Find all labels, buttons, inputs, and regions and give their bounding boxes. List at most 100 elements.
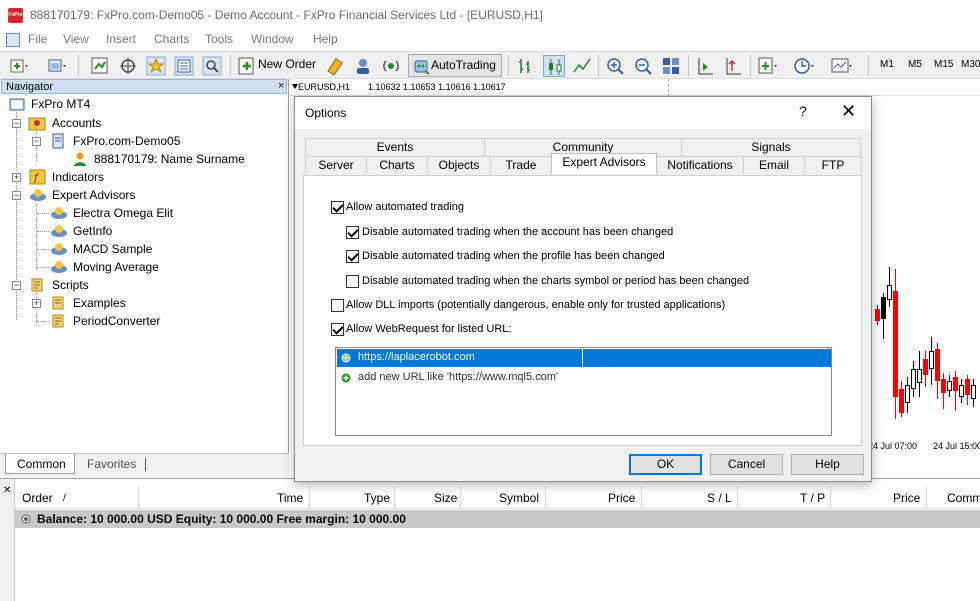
metaeditor-icon[interactable] xyxy=(324,55,346,77)
tab-expert-advisors[interactable]: Expert Advisors xyxy=(551,153,657,174)
menu-file[interactable]: File xyxy=(28,32,47,46)
tab-server[interactable]: Server xyxy=(305,156,367,174)
add-url-hint[interactable]: add new URL like 'https://www.mql5.com' xyxy=(358,371,558,383)
server-collapse-toggle[interactable]: − xyxy=(32,137,41,146)
tab-signals[interactable]: Signals xyxy=(681,138,861,156)
timeframe-m15[interactable]: M15 xyxy=(934,59,953,70)
market-watch-icon[interactable] xyxy=(89,55,111,77)
disable-on-profile-change-checkbox[interactable] xyxy=(346,250,359,263)
nav-expert-item[interactable]: GetInfo xyxy=(73,224,112,238)
zoom-in-icon[interactable] xyxy=(604,55,626,77)
dialog-close-icon[interactable]: ✕ xyxy=(841,101,856,122)
nav-script-item[interactable]: Examples xyxy=(73,296,126,310)
navigator-close-icon[interactable]: × xyxy=(278,80,284,92)
column-size[interactable]: Size xyxy=(434,491,457,505)
url-list-row[interactable]: https://laplacerobot.com xyxy=(337,349,831,367)
tab-events[interactable]: Events xyxy=(305,138,485,156)
menu-insert[interactable]: Insert xyxy=(106,32,136,46)
nav-server[interactable]: FxPro.com-Demo05 xyxy=(73,134,180,148)
nav-expert-item[interactable]: Electra Omega Elit xyxy=(73,206,173,220)
column-tp[interactable]: T / P xyxy=(800,491,825,505)
disable-on-symbol-change-checkbox[interactable] xyxy=(346,275,359,288)
terminal-gutter: ✕ xyxy=(0,479,15,601)
cancel-button[interactable]: Cancel xyxy=(710,454,783,475)
nav-scripts[interactable]: Scripts xyxy=(52,278,89,292)
window-title: 888170179: FxPro.com-Demo05 - Demo Accou… xyxy=(30,8,543,22)
menu-window[interactable]: Window xyxy=(251,32,294,46)
column-commission[interactable]: Comm xyxy=(947,491,980,505)
allow-dll-imports-checkbox[interactable] xyxy=(331,299,344,312)
nav-accounts[interactable]: Accounts xyxy=(52,116,101,130)
nav-expert-item[interactable]: Moving Average xyxy=(73,260,159,274)
column-sl[interactable]: S / L xyxy=(707,491,732,505)
nav-root[interactable]: FxPro MT4 xyxy=(31,97,90,111)
column-time[interactable]: Time xyxy=(277,491,303,505)
tab-objects[interactable]: Objects xyxy=(427,156,491,174)
indicators-list-icon[interactable] xyxy=(756,55,778,77)
timeframe-m1[interactable]: M1 xyxy=(880,59,894,70)
templates-icon[interactable] xyxy=(830,55,852,77)
ok-button[interactable]: OK xyxy=(629,454,702,475)
nav-expert-advisors[interactable]: Expert Advisors xyxy=(52,188,135,202)
disable-on-account-change-checkbox[interactable] xyxy=(346,226,359,239)
line-chart-icon[interactable] xyxy=(571,55,593,77)
tab-charts[interactable]: Charts xyxy=(366,156,428,174)
help-button[interactable]: Help xyxy=(791,454,864,475)
new-order-label[interactable]: New Order xyxy=(258,57,316,71)
column-current-price[interactable]: Price xyxy=(893,491,920,505)
webrequest-url-list[interactable]: https://laplacerobot.com add new URL lik… xyxy=(335,347,832,436)
signals-icon[interactable] xyxy=(380,55,402,77)
profiles-icon[interactable] xyxy=(46,55,68,77)
app-menu-icon[interactable] xyxy=(6,33,20,47)
tab-notifications[interactable]: Notifications xyxy=(656,156,744,174)
candle xyxy=(959,385,964,397)
bar-chart-icon[interactable] xyxy=(515,55,537,77)
chart-shift-icon[interactable] xyxy=(694,55,716,77)
menu-charts[interactable]: Charts xyxy=(154,32,189,46)
autotrading-button[interactable]: AutoTrading xyxy=(408,54,502,77)
terminal-close-icon[interactable]: ✕ xyxy=(3,485,11,496)
strategy-tester-icon[interactable] xyxy=(201,55,223,77)
experts-collapse-toggle[interactable]: − xyxy=(12,191,21,200)
data-window-icon[interactable] xyxy=(117,55,139,77)
scripts-collapse-toggle[interactable]: − xyxy=(12,281,21,290)
tab-ftp[interactable]: FTP xyxy=(804,156,862,174)
option-label: Disable automated trading when the accou… xyxy=(362,226,674,238)
nav-expert-item[interactable]: MACD Sample xyxy=(73,242,152,256)
menu-view[interactable]: View xyxy=(63,32,89,46)
allow-automated-trading-checkbox[interactable] xyxy=(331,201,344,214)
navigator-star-icon[interactable] xyxy=(145,55,167,77)
column-price[interactable]: Price xyxy=(608,491,635,505)
terminal-icon[interactable] xyxy=(173,55,195,77)
examples-expand-toggle[interactable]: + xyxy=(32,299,41,308)
nav-script-item[interactable]: PeriodConverter xyxy=(73,314,160,328)
community-icon[interactable] xyxy=(352,55,374,77)
tab-email[interactable]: Email xyxy=(743,156,805,174)
nav-indicators[interactable]: Indicators xyxy=(52,170,104,184)
menu-help[interactable]: Help xyxy=(313,32,338,46)
tab-common[interactable]: Common xyxy=(5,454,75,474)
periods-clock-icon[interactable] xyxy=(792,55,814,77)
column-symbol[interactable]: Symbol xyxy=(499,491,539,505)
menu-tools[interactable]: Tools xyxy=(205,32,233,46)
timeframe-m5[interactable]: M5 xyxy=(908,59,922,70)
zoom-out-icon[interactable] xyxy=(632,55,654,77)
indicators-expand-toggle[interactable]: + xyxy=(12,173,21,182)
auto-scroll-icon[interactable] xyxy=(722,55,744,77)
dialog-help-icon[interactable]: ? xyxy=(799,103,807,119)
column-type[interactable]: Type xyxy=(364,491,390,505)
candle xyxy=(947,381,952,391)
add-url-icon[interactable] xyxy=(341,373,351,383)
allow-webrequest-checkbox[interactable] xyxy=(331,323,344,336)
column-order[interactable]: Order xyxy=(22,491,53,505)
new-chart-icon[interactable] xyxy=(8,55,30,77)
accounts-collapse-toggle[interactable]: − xyxy=(12,119,21,128)
timeframe-m30[interactable]: M30 xyxy=(961,59,980,70)
tab-favorites[interactable]: Favorites xyxy=(87,457,136,471)
nav-account[interactable]: 888170179: Name Surname xyxy=(94,152,245,166)
tab-trade[interactable]: Trade xyxy=(490,156,552,174)
tile-windows-icon[interactable] xyxy=(660,55,682,77)
candlesticks-icon[interactable] xyxy=(543,55,565,77)
new-order-icon[interactable] xyxy=(236,55,258,77)
tab-common-label: Common xyxy=(17,457,66,471)
